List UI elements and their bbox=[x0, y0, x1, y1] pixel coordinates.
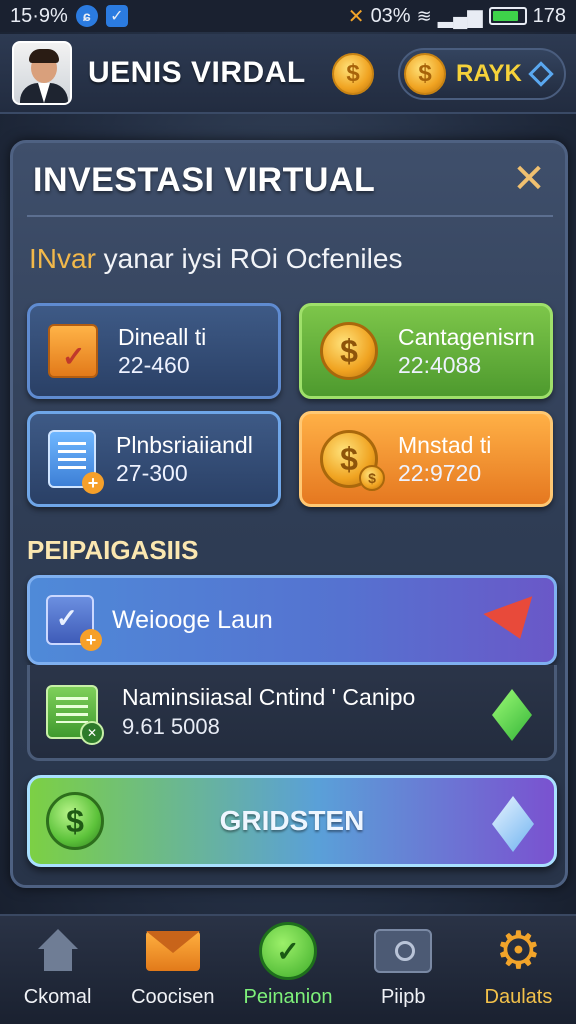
battery-icon bbox=[488, 7, 527, 25]
title-divider bbox=[27, 215, 553, 217]
diamond-icon bbox=[528, 61, 554, 87]
clipboard-check-icon: ✓ bbox=[48, 324, 98, 378]
investment-card-2[interactable]: $ Cantagenisrn 22:4088 bbox=[299, 303, 553, 399]
mail-icon bbox=[145, 931, 200, 971]
nav-item-settings[interactable]: ⚙ Daulats bbox=[461, 916, 576, 1024]
nav-label: Daulats bbox=[484, 986, 553, 1008]
mission-label: Weiooge Laun bbox=[112, 605, 273, 634]
checkbox-notification-icon: ✓ bbox=[105, 5, 128, 27]
nav-label: Piipb bbox=[380, 986, 426, 1008]
rank-label: RAYK bbox=[456, 60, 522, 87]
camera-icon bbox=[374, 929, 433, 973]
cell-signal-icon: ▂▄▆ bbox=[437, 5, 483, 28]
app-notification-icon: ɕ bbox=[75, 5, 98, 27]
investment-card-1[interactable]: ✓ Dineall ti 22-460 bbox=[27, 303, 281, 399]
profile-header: UENIS VIRDAL $ $ RAYK bbox=[0, 34, 576, 114]
reward-label: Naminsiiasal Cntind ' Canipo bbox=[122, 683, 416, 710]
card-value: 22:9720 bbox=[398, 460, 482, 486]
avatar[interactable] bbox=[12, 41, 72, 105]
signal-x-icon: ✕ bbox=[347, 5, 365, 28]
nav-label: Peinanion bbox=[243, 986, 333, 1008]
home-icon bbox=[37, 929, 78, 973]
panel-subtitle: INvar yanar iysi ROi Ocfeniles bbox=[29, 243, 402, 275]
card-label: Mnstad ti bbox=[398, 432, 492, 458]
primary-action-button[interactable]: $ GRIDSTEN bbox=[27, 775, 557, 867]
section-label: PEIPAIGASIIS bbox=[27, 535, 199, 565]
subtitle-text: yanar iysi ROi Ocfeniles bbox=[95, 243, 403, 274]
gold-coin-icon: $ bbox=[320, 322, 378, 380]
card-label: Cantagenisrn bbox=[398, 324, 535, 350]
close-icon: ✕ bbox=[512, 157, 546, 201]
nav-item-investment[interactable]: ✓ Peinanion bbox=[230, 916, 345, 1024]
nav-item-camera[interactable]: Piipb bbox=[346, 916, 461, 1024]
document-plus-icon: + bbox=[48, 430, 104, 494]
nav-label: Ckomal bbox=[23, 986, 92, 1008]
subtitle-highlight: INvar bbox=[29, 243, 96, 274]
card-value: 22:4088 bbox=[398, 352, 482, 378]
rank-coin-icon: $ bbox=[404, 53, 446, 95]
green-coin-icon: $ bbox=[46, 792, 104, 850]
money-document-icon: ✕ bbox=[46, 684, 104, 745]
card-value: 27-300 bbox=[116, 460, 188, 486]
bottom-nav: Ckomal Coocisen ✓ Peinanion Piipb ⚙ Daul… bbox=[0, 914, 576, 1024]
card-value: 22-460 bbox=[118, 352, 190, 378]
paper-plane-icon bbox=[483, 596, 545, 648]
rank-button[interactable]: $ RAYK bbox=[398, 48, 566, 100]
card-label: Dineall ti bbox=[118, 324, 207, 350]
username: UENIS VIRDAL bbox=[88, 56, 306, 89]
primary-button-label: GRIDSTEN bbox=[219, 805, 365, 836]
close-button[interactable]: ✕ bbox=[509, 159, 549, 199]
status-battery-text: 03% bbox=[370, 4, 411, 27]
reward-row[interactable]: ✕ Naminsiiasal Cntind ' Canipo 9.61 5008 bbox=[27, 665, 557, 761]
blue-gem-icon bbox=[492, 796, 534, 852]
gear-icon: ⚙ bbox=[495, 922, 542, 980]
checklist-plus-icon: ✓ + bbox=[46, 595, 102, 651]
investment-card-3[interactable]: + Plnbsriaiiandl 27-300 bbox=[27, 411, 281, 507]
nav-item-home[interactable]: Ckomal bbox=[0, 916, 115, 1024]
coin-icon[interactable]: $ bbox=[332, 53, 374, 95]
status-bar: 15·9% ɕ ✓ ✕ 03% ≋ ▂▄▆ 178 bbox=[0, 0, 576, 32]
investment-card-4[interactable]: $ $ Mnstad ti 22:9720 bbox=[299, 411, 553, 507]
nav-label: Coocisen bbox=[131, 986, 215, 1008]
nav-item-mail[interactable]: Coocisen bbox=[115, 916, 230, 1024]
reward-value: 9.61 5008 bbox=[122, 713, 220, 739]
card-label: Plnbsriaiiandl bbox=[116, 432, 253, 458]
status-right-number: 178 bbox=[532, 4, 566, 27]
wifi-icon: ≋ bbox=[416, 5, 432, 26]
coin-stack-icon: $ $ bbox=[320, 430, 385, 491]
investment-panel: INVESTASI VIRTUAL ✕ INvar yanar iysi ROi… bbox=[10, 140, 568, 888]
status-time: 15·9% bbox=[10, 4, 68, 27]
panel-title: INVESTASI VIRTUAL bbox=[33, 161, 376, 199]
chart-check-icon: ✓ bbox=[259, 922, 317, 980]
green-gem-icon bbox=[492, 689, 532, 741]
mission-row[interactable]: ✓ + Weiooge Laun bbox=[27, 575, 557, 665]
